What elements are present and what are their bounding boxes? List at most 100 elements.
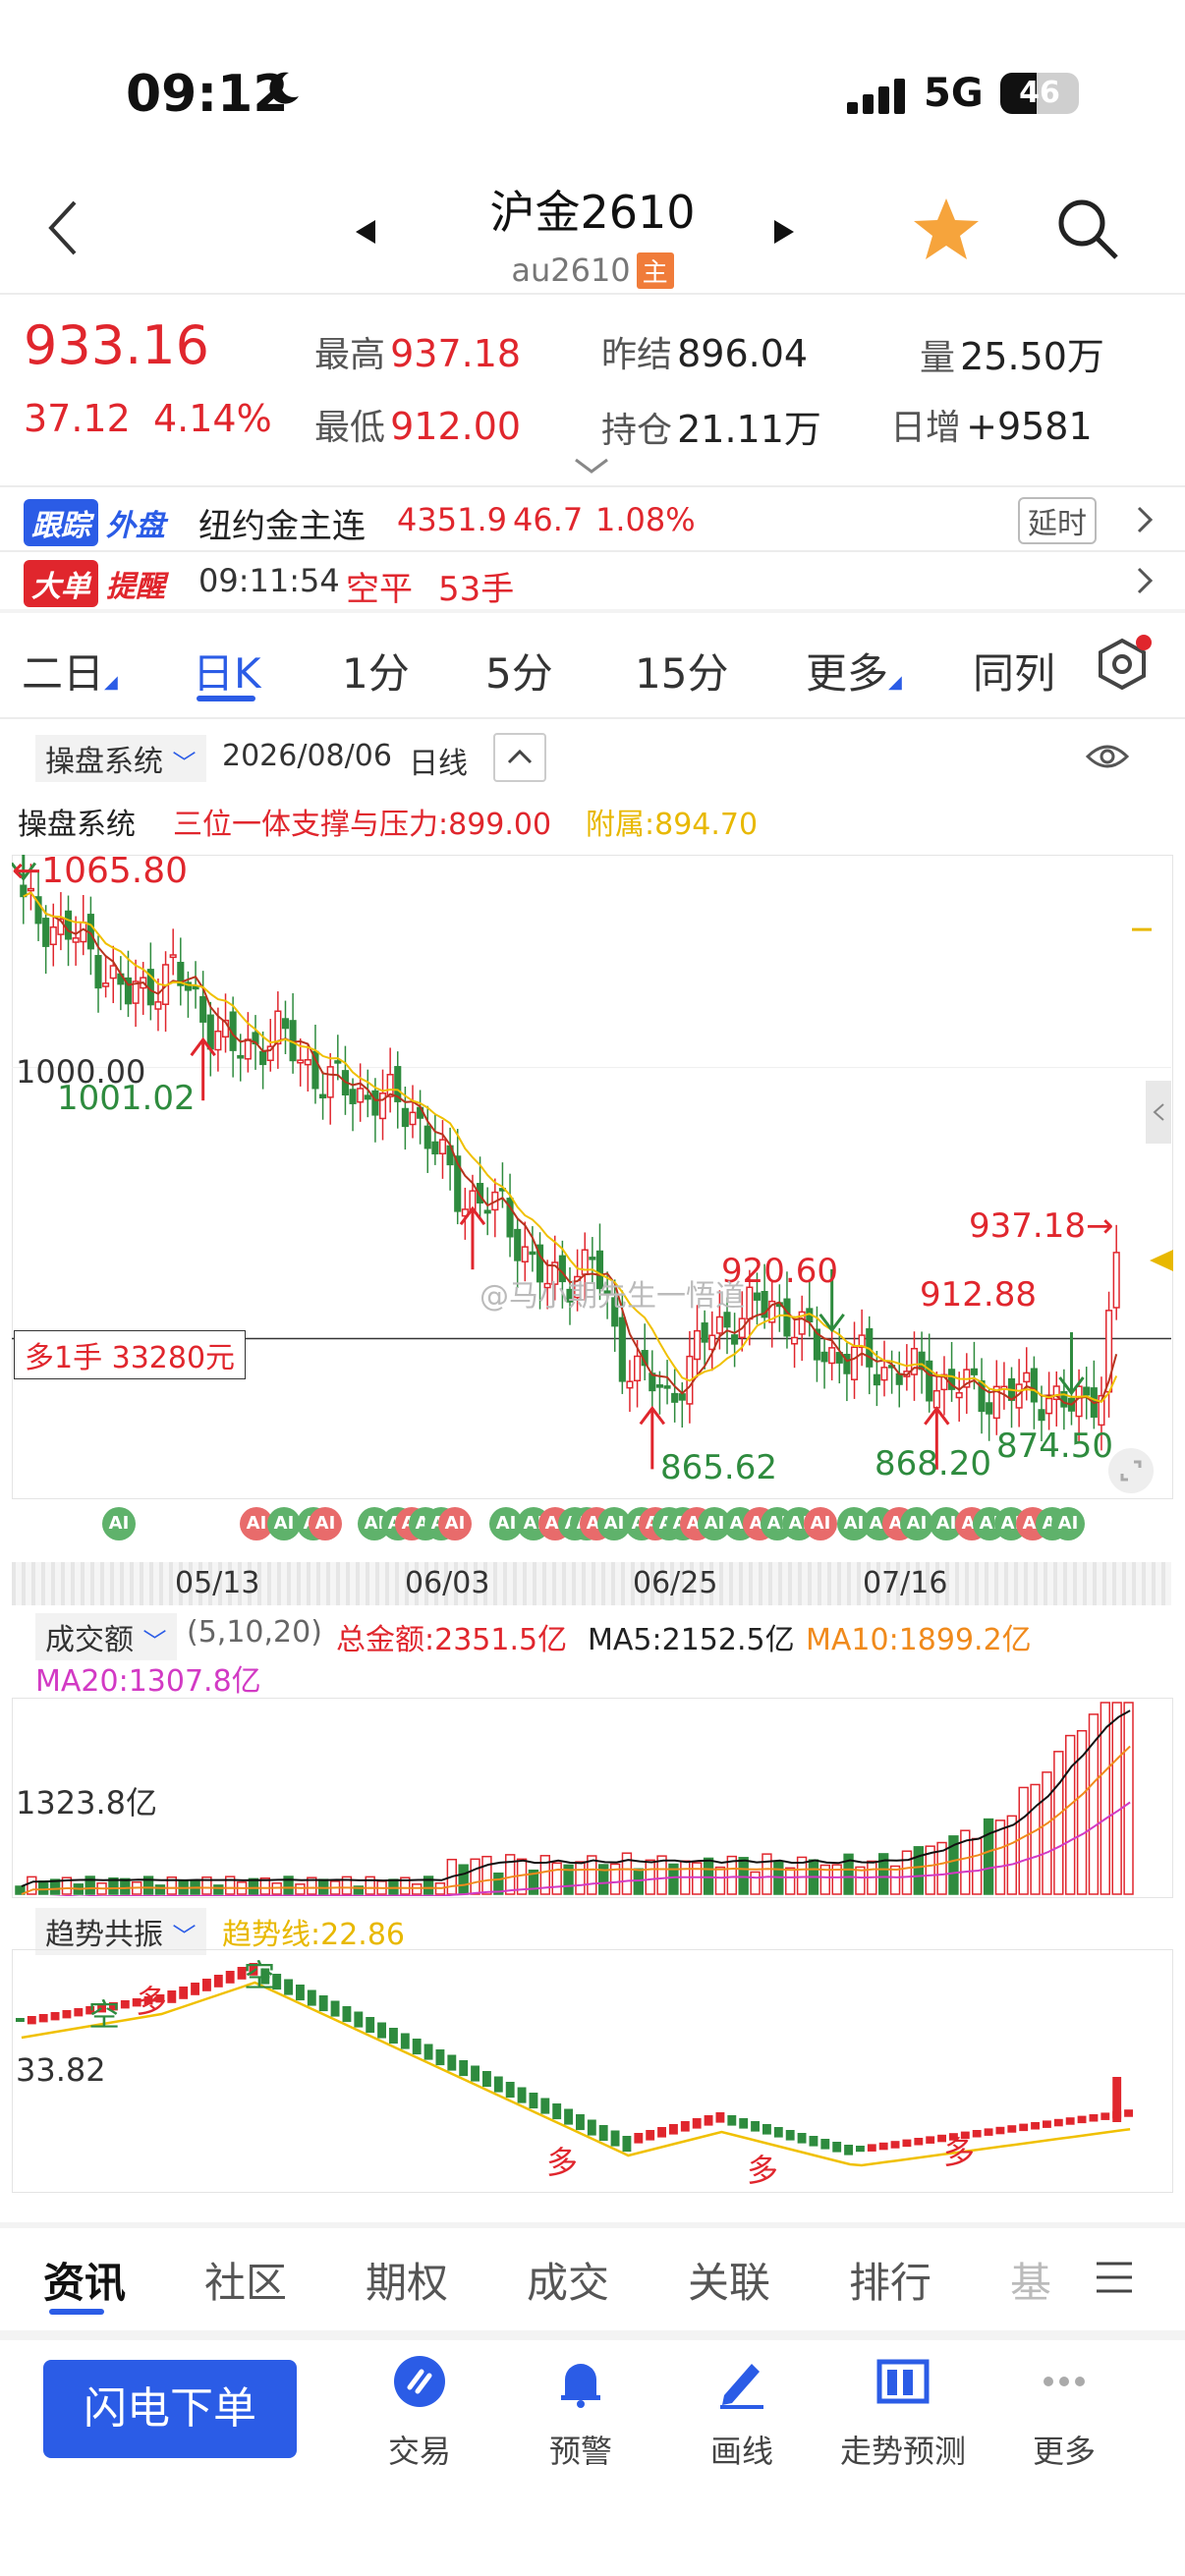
delay-badge[interactable]: 延时 <box>1018 497 1097 544</box>
trend-line-value: 趋势线:22.86 <box>222 1918 405 1952</box>
tab-community[interactable]: 社区 <box>204 2250 287 2310</box>
kline-chart[interactable] <box>12 855 1171 1497</box>
candle <box>431 1141 439 1155</box>
moon-icon <box>269 72 299 104</box>
trade-icon <box>394 2356 445 2407</box>
ai-badge[interactable]: AI <box>900 1507 933 1540</box>
volume-bar <box>738 1857 749 1895</box>
volume-bar <box>575 1861 586 1895</box>
alert-button[interactable]: 预警 <box>497 2354 664 2472</box>
tab-related[interactable]: 关联 <box>688 2250 770 2310</box>
fullscreen-icon[interactable] <box>1106 1446 1156 1495</box>
ai-badge[interactable]: AI <box>1051 1507 1085 1540</box>
network-type: 5G <box>924 71 984 116</box>
follow-arrow-icon[interactable] <box>1136 505 1154 534</box>
volume-total: 总金额:2351.5亿 <box>336 1623 568 1657</box>
ma-line-long <box>23 891 1118 1403</box>
tab-1min[interactable]: 1分 <box>342 641 410 700</box>
volume-bar <box>1065 1734 1076 1895</box>
expand-chevron-icon[interactable] <box>574 458 609 476</box>
trade-button[interactable]: 交易 <box>336 2354 503 2472</box>
alert-arrow-icon[interactable] <box>1136 566 1154 595</box>
trend-bar <box>50 2012 60 2021</box>
candle <box>109 965 117 980</box>
candle <box>1083 1386 1091 1396</box>
volume-chart[interactable] <box>12 1698 1171 1896</box>
mark-low-4: 874.50 <box>996 1427 1113 1466</box>
tab-news[interactable]: 资讯 <box>43 2250 126 2310</box>
trend-bar <box>307 1989 316 2006</box>
candle <box>873 1373 880 1386</box>
trend-bar <box>820 2139 830 2150</box>
ai-badge[interactable]: AI <box>804 1507 837 1540</box>
more-button[interactable]: 更多 <box>981 2354 1148 2472</box>
tab-daily-k[interactable]: 日K <box>193 641 261 700</box>
candle <box>521 1246 529 1263</box>
trend-bar <box>225 1971 235 1984</box>
candle <box>304 1059 311 1066</box>
candle <box>678 1393 686 1401</box>
tab-fundamentals[interactable]: 基 <box>1010 2250 1051 2310</box>
trend-bar <box>191 1983 199 1995</box>
tab-5min[interactable]: 5分 <box>485 641 553 700</box>
tab-ranking[interactable]: 排行 <box>849 2250 931 2310</box>
tab-15min[interactable]: 15分 <box>635 641 728 700</box>
mark-high-2: 912.88 <box>920 1275 1037 1315</box>
chevron-left-icon <box>1153 1103 1164 1121</box>
candle <box>214 1030 222 1051</box>
trend-bar <box>213 1975 223 1988</box>
settings-hex-icon[interactable] <box>1093 635 1152 694</box>
candle <box>986 1402 993 1415</box>
trend-bar <box>505 2082 515 2099</box>
flash-order-button[interactable]: 闪电下单 <box>43 2360 297 2458</box>
candle <box>281 1018 290 1030</box>
candle <box>1030 1368 1038 1403</box>
trend-mark-4: 多 <box>546 2144 579 2181</box>
ai-badge[interactable]: AI <box>438 1507 472 1540</box>
trend-chart[interactable] <box>12 1949 1171 2191</box>
trend-bar <box>1053 2118 1063 2127</box>
ai-badge[interactable]: AI <box>102 1507 136 1540</box>
candle <box>1075 1385 1083 1418</box>
search-icon[interactable] <box>1055 196 1120 261</box>
menu-icon[interactable] <box>1095 2260 1134 2295</box>
eye-icon[interactable] <box>1085 741 1130 772</box>
candle <box>589 1257 596 1260</box>
tab-more[interactable]: 更多◢ <box>806 641 902 700</box>
candle <box>618 1316 626 1382</box>
position-order-label[interactable]: 多1手 33280元 <box>14 1330 247 1379</box>
collapse-button[interactable] <box>493 733 546 782</box>
price-change-pct: 4.14% <box>153 397 272 440</box>
candle <box>634 1355 642 1382</box>
contract-code: au2610 主 <box>0 252 1185 289</box>
trend-bar <box>902 2139 912 2148</box>
mark-low-2: 865.62 <box>660 1448 777 1487</box>
forecast-button[interactable]: 走势预测 <box>819 2354 987 2472</box>
volume-select[interactable]: 成交额 ﹀ <box>35 1613 177 1660</box>
more-label: 更多 <box>1032 2433 1096 2470</box>
candle <box>1045 1397 1053 1415</box>
ai-badge[interactable]: AI <box>267 1507 301 1540</box>
ai-signal-row: AI AI AI AI AI AI AI AI AI AI AI AI AI AI AI AI AI AI AI AI… <box>0 1507 1185 1542</box>
ai-badge[interactable]: AI <box>309 1507 342 1540</box>
tab-same-list[interactable]: 同列 <box>973 641 1055 700</box>
trend-select[interactable]: 趋势共振 ﹀ <box>35 1908 206 1955</box>
volume-label: 量 <box>920 338 956 378</box>
star-icon[interactable] <box>912 196 981 263</box>
volume-bar <box>972 1837 983 1895</box>
chart-side-handle[interactable] <box>1146 1081 1171 1144</box>
next-contract-icon[interactable] <box>772 218 796 246</box>
system-select[interactable]: 操盘系统 ﹀ <box>35 735 206 782</box>
volume-bar <box>318 1878 329 1895</box>
draw-button[interactable]: 画线 <box>658 2354 825 2472</box>
trend-bar <box>1065 2117 1075 2125</box>
tab-two-day[interactable]: 二日◢ <box>22 641 118 700</box>
candle <box>42 918 50 947</box>
trend-bar <box>657 2127 666 2138</box>
trend-bar <box>471 2065 480 2082</box>
candle <box>297 1059 305 1064</box>
tab-options[interactable]: 期权 <box>366 2250 448 2310</box>
trend-bar <box>423 2044 433 2060</box>
indicator-period: 日线 <box>409 747 468 781</box>
tab-trades[interactable]: 成交 <box>527 2250 609 2310</box>
